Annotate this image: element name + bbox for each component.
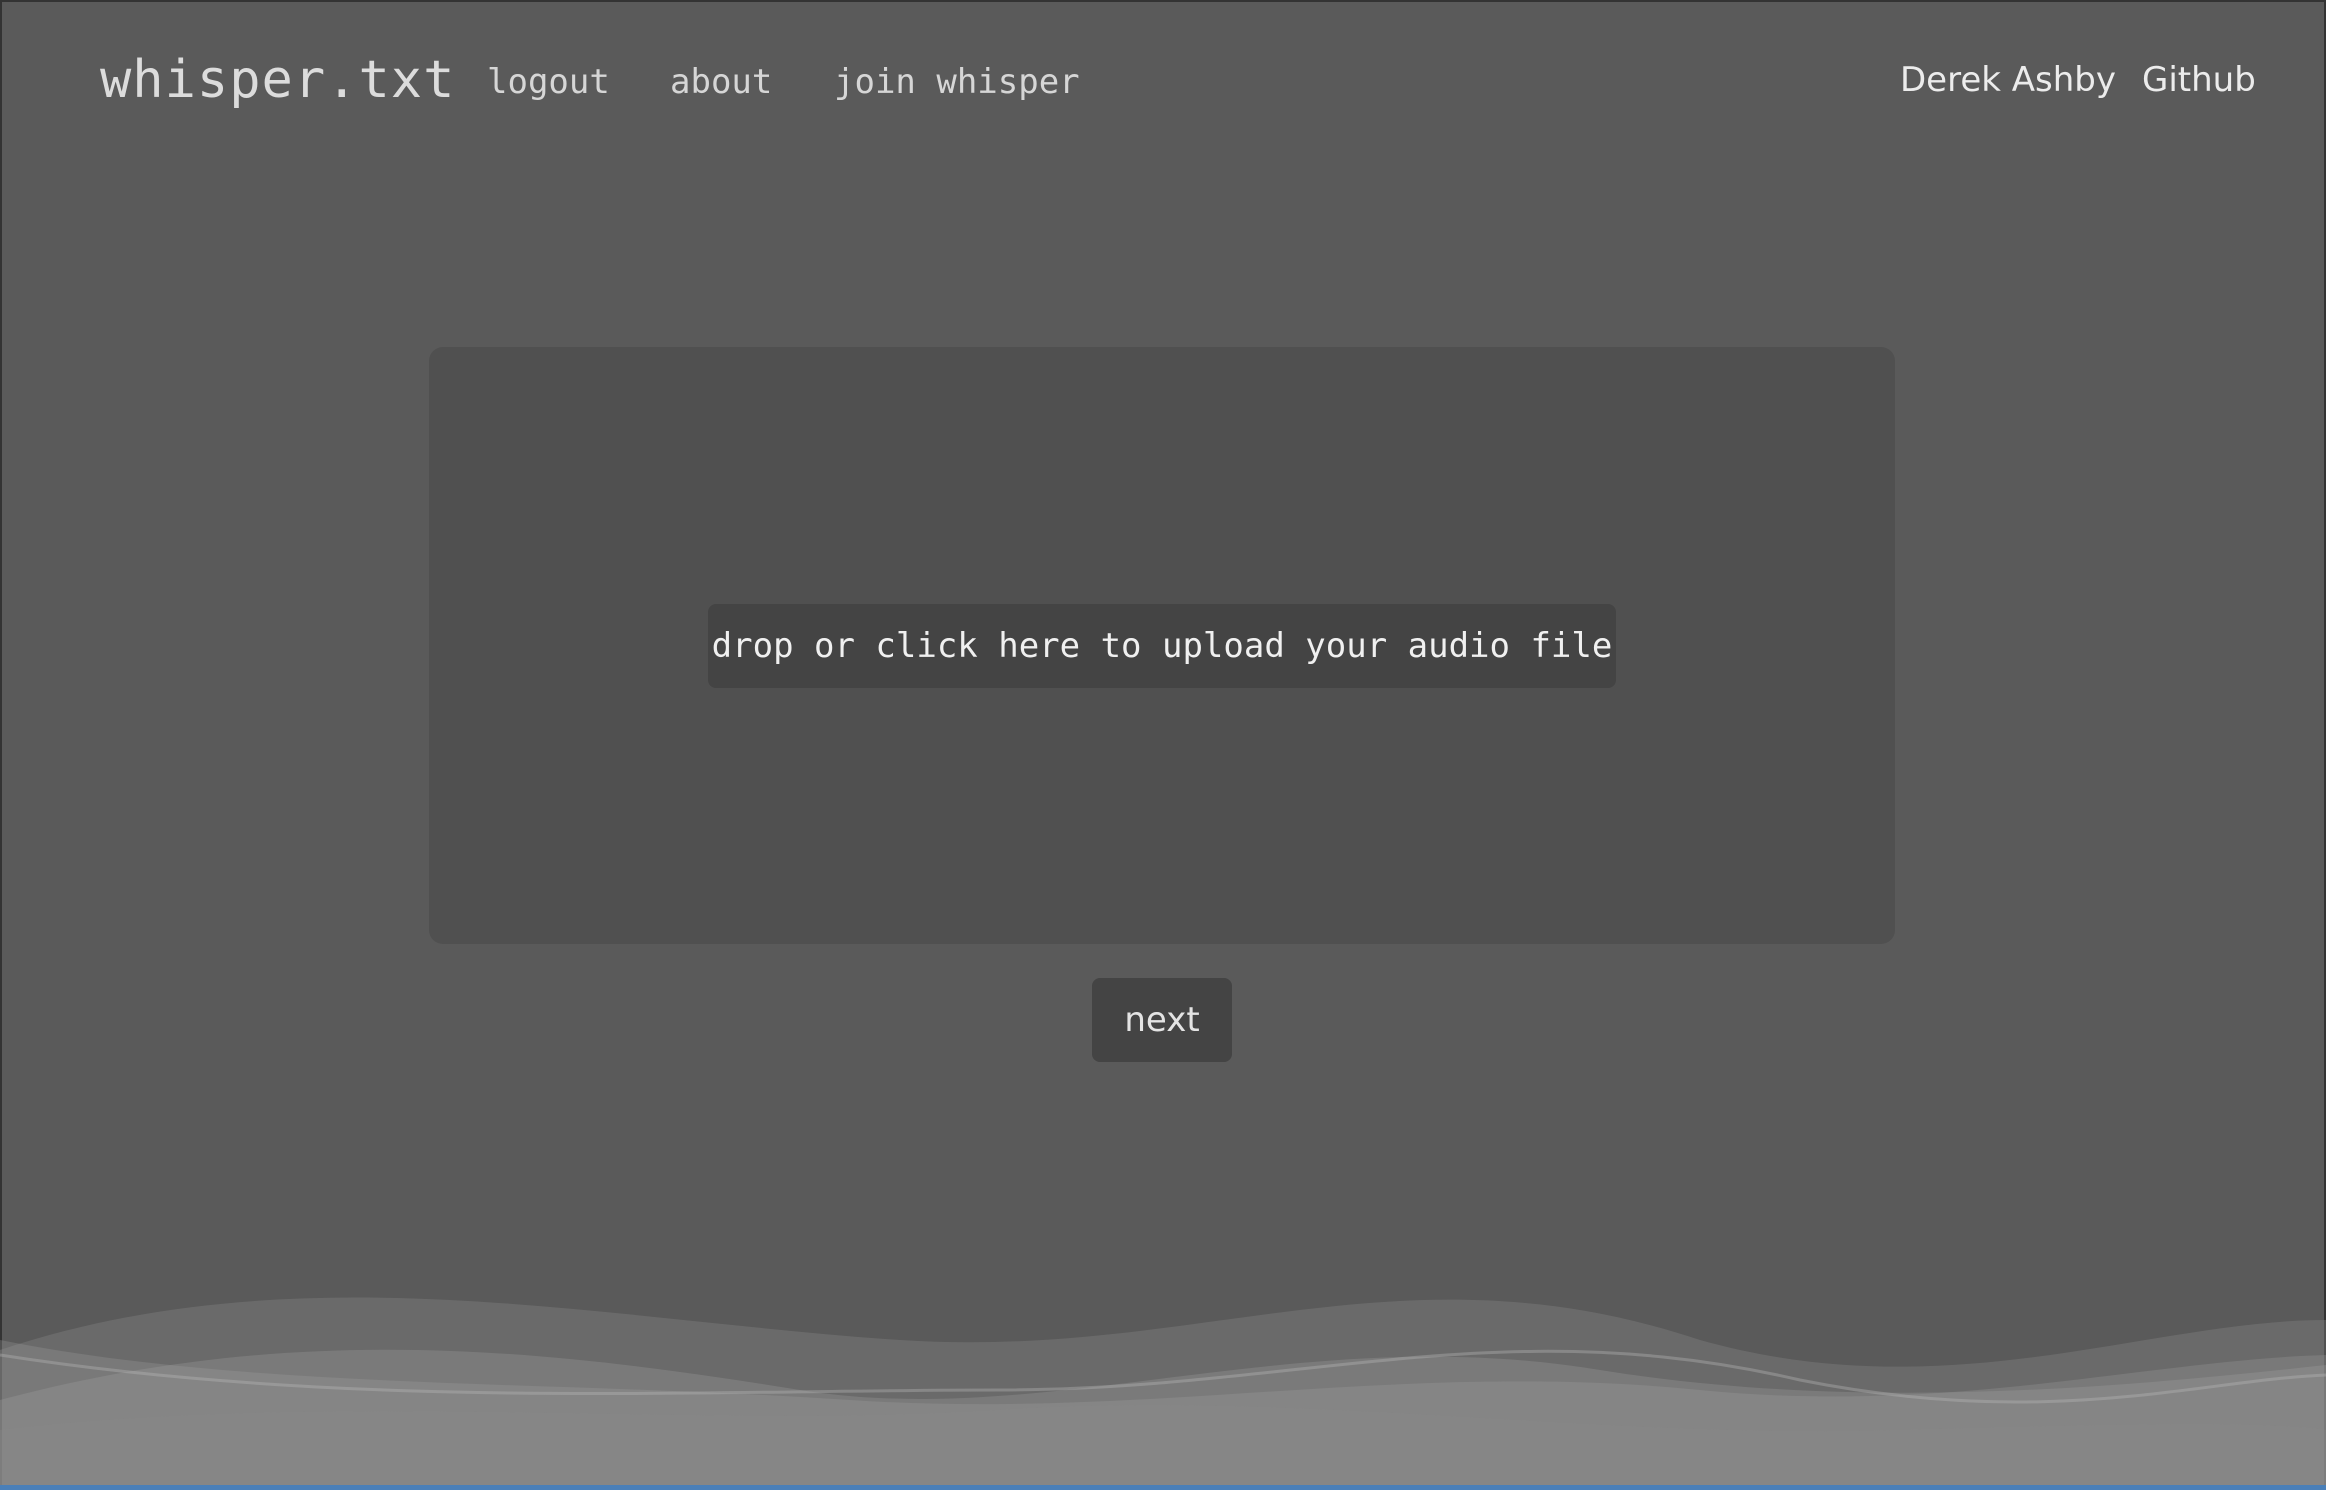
wave-decoration: [0, 1297, 2326, 1485]
nav-link-logout[interactable]: logout: [487, 62, 610, 102]
nav-link-derek-ashby[interactable]: Derek Ashby: [1900, 60, 2116, 100]
bottom-strip: [0, 1485, 2326, 1490]
nav-link-join-whisper[interactable]: join whisper: [834, 62, 1080, 102]
brand-logo[interactable]: whisper.txt: [100, 50, 455, 110]
nav-link-about[interactable]: about: [670, 62, 772, 102]
next-button[interactable]: next: [1092, 978, 1232, 1062]
top-nav: whisper.txt logout about join whisper De…: [0, 0, 2326, 162]
nav-link-github[interactable]: Github: [2142, 60, 2256, 100]
upload-button[interactable]: drop or click here to upload your audio …: [708, 604, 1616, 688]
